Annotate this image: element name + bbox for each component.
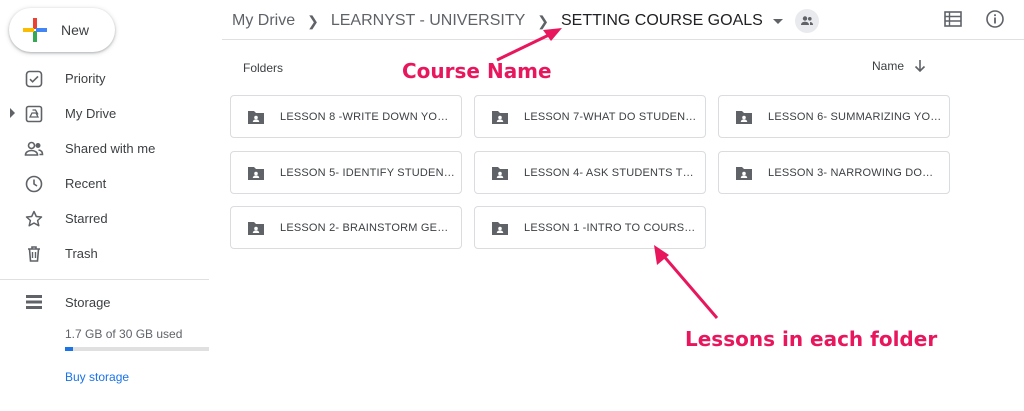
my-drive-icon [24, 104, 44, 124]
course-name-annotation: Course Name [402, 59, 552, 83]
shared-folder-icon [736, 110, 752, 124]
list-view-icon[interactable] [942, 8, 964, 30]
shared-icon [24, 139, 44, 159]
sidebar-item-starred[interactable]: Starred [0, 201, 222, 236]
breadcrumb-my-drive[interactable]: My Drive [232, 12, 295, 30]
sidebar-item-shared[interactable]: Shared with me [0, 131, 222, 166]
sort-label: Name [872, 59, 905, 73]
folder-item[interactable]: LESSON 4- ASK STUDENTS THE... [474, 151, 706, 194]
sidebar: New Priority My Drive Shared with me Rec… [0, 0, 222, 411]
new-button[interactable]: New [9, 8, 115, 52]
folder-item[interactable]: LESSON 6- SUMMARIZING YOU... [718, 95, 950, 138]
sidebar-item-priority[interactable]: Priority [0, 61, 222, 96]
folder-item[interactable]: LESSON 5- IDENTIFY STUDENT... [230, 151, 462, 194]
folder-name: LESSON 2- BRAINSTORM GENE... [280, 221, 455, 234]
main-content: Folders Name LESSON 8 -WRITE DOWN YOUR .… [222, 41, 1024, 411]
new-button-label: New [61, 22, 90, 38]
shared-folder-icon [492, 110, 508, 124]
sidebar-nav: Priority My Drive Shared with me Recent [0, 61, 222, 271]
shared-folder-icon [492, 221, 508, 235]
storage-section: Storage 1.7 GB of 30 GB used Buy storage [0, 290, 222, 384]
storage-usage-fill [65, 347, 74, 351]
trash-icon [24, 244, 44, 264]
shared-folder-icon[interactable] [794, 9, 819, 33]
breadcrumb-learnyst-university[interactable]: LEARNYST - UNIVERSITY [331, 12, 525, 30]
info-icon[interactable] [984, 8, 1006, 30]
storage-icon [24, 292, 44, 312]
shared-folder-icon [492, 166, 508, 180]
sidebar-item-storage[interactable]: Storage [0, 290, 222, 314]
sidebar-divider [0, 279, 209, 280]
buy-storage-link[interactable]: Buy storage [65, 370, 129, 384]
storage-usage-bar [65, 347, 209, 351]
folder-item[interactable]: LESSON 1 -INTRO TO COURSE ... [474, 206, 706, 249]
folder-item[interactable]: LESSON 3- NARROWING DOWN ... [718, 151, 950, 194]
folder-name: LESSON 7-WHAT DO STUDENT... [524, 110, 699, 123]
storage-usage-text: 1.7 GB of 30 GB used [65, 327, 183, 341]
header: My Drive ❯ LEARNYST - UNIVERSITY ❯ SETTI… [222, 0, 1024, 40]
folder-name: LESSON 6- SUMMARIZING YOU... [768, 110, 943, 123]
folder-item[interactable]: LESSON 8 -WRITE DOWN YOUR ... [230, 95, 462, 138]
shared-folder-icon [248, 110, 264, 124]
priority-icon [24, 69, 44, 89]
sidebar-item-recent[interactable]: Recent [0, 166, 222, 201]
sidebar-item-label: Trash [65, 246, 98, 261]
sidebar-item-label: Recent [65, 176, 107, 191]
folder-item[interactable]: LESSON 7-WHAT DO STUDENT... [474, 95, 706, 138]
expand-caret-icon[interactable] [10, 108, 15, 118]
sidebar-item-trash[interactable]: Trash [0, 236, 222, 271]
lessons-annotation: Lessons in each folder [685, 327, 938, 351]
breadcrumb-current-folder[interactable]: SETTING COURSE GOALS [561, 12, 763, 30]
folder-name: LESSON 5- IDENTIFY STUDENT... [280, 166, 455, 179]
shared-folder-icon [248, 221, 264, 235]
dropdown-arrow-icon[interactable] [772, 18, 783, 24]
sidebar-item-label: Starred [65, 211, 108, 226]
arrow-down-icon [914, 60, 926, 73]
clock-icon [24, 174, 44, 194]
chevron-right-icon: ❯ [307, 12, 319, 29]
shared-folder-icon [248, 166, 264, 180]
folder-name: LESSON 3- NARROWING DOWN ... [768, 166, 943, 179]
sidebar-item-my-drive[interactable]: My Drive [0, 96, 222, 131]
storage-label: Storage [65, 294, 111, 310]
sidebar-item-label: My Drive [65, 106, 117, 121]
chevron-right-icon: ❯ [537, 12, 549, 29]
folder-name: LESSON 8 -WRITE DOWN YOUR ... [280, 110, 455, 123]
star-icon [24, 209, 44, 229]
plus-icon [17, 12, 53, 48]
breadcrumb: My Drive ❯ LEARNYST - UNIVERSITY ❯ SETTI… [232, 9, 819, 33]
shared-folder-icon [736, 166, 752, 180]
sidebar-item-label: Shared with me [65, 141, 156, 156]
sort-by-name-button[interactable]: Name [872, 59, 926, 73]
folder-item[interactable]: LESSON 2- BRAINSTORM GENE... [230, 206, 462, 249]
section-label: Folders [243, 61, 284, 75]
sidebar-item-label: Priority [65, 71, 106, 86]
folder-name: LESSON 4- ASK STUDENTS THE... [524, 166, 699, 179]
folder-name: LESSON 1 -INTRO TO COURSE ... [524, 221, 699, 234]
